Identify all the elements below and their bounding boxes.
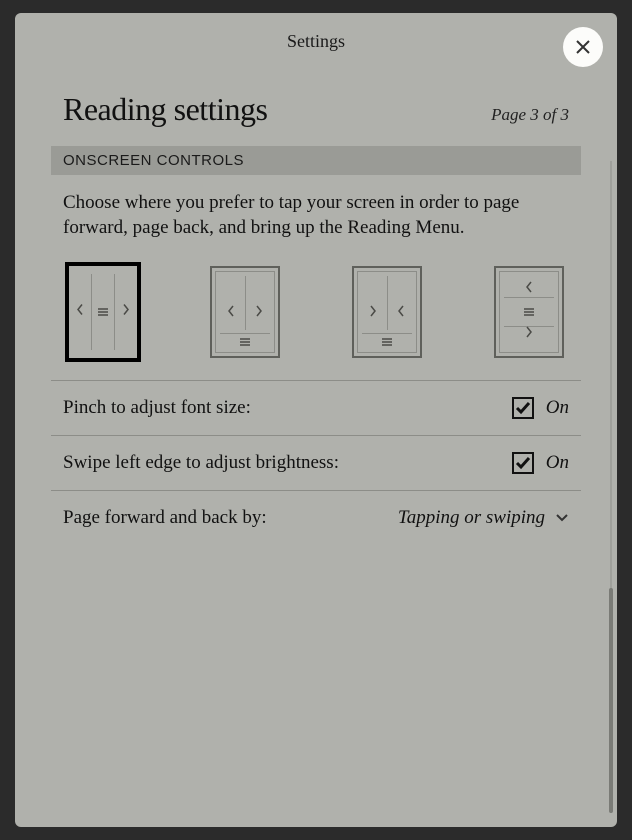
layout-option-three-column[interactable]: [65, 262, 141, 362]
layout-options: [51, 248, 581, 381]
chevron-left-icon: [75, 303, 85, 322]
setting-row-pinch: Pinch to adjust font size: On: [51, 381, 581, 436]
paging-dropdown[interactable]: Tapping or swiping: [398, 507, 569, 529]
setting-row-paging: Page forward and back by: Tapping or swi…: [51, 491, 581, 545]
setting-label: Swipe left edge to adjust brightness:: [63, 452, 339, 474]
menu-icon: [382, 333, 392, 351]
checkbox-checked-icon: [512, 452, 534, 474]
toggle-state: On: [546, 397, 569, 419]
toggle-state: On: [546, 452, 569, 474]
chevron-left-icon: [396, 304, 406, 323]
section-title: Reading settings: [63, 91, 267, 128]
setting-label: Page forward and back by:: [63, 507, 267, 529]
close-button[interactable]: [563, 27, 603, 67]
modal-title: Settings: [287, 31, 345, 52]
layout-option-three-row[interactable]: [491, 262, 567, 362]
section-header: ONSCREEN CONTROLS: [51, 146, 581, 175]
setting-row-swipe: Swipe left edge to adjust brightness: On: [51, 436, 581, 491]
chevron-right-icon: [368, 304, 378, 323]
chevron-right-icon: [254, 304, 264, 323]
page-indicator: Page 3 of 3: [491, 105, 569, 125]
chevron-right-icon: [121, 303, 131, 322]
layout-option-two-col-bottom[interactable]: [207, 262, 283, 362]
menu-icon: [240, 333, 250, 351]
menu-icon: [524, 303, 534, 321]
chevron-left-icon: [226, 304, 236, 323]
dropdown-value: Tapping or swiping: [398, 507, 545, 529]
layout-option-two-col-bottom-reversed[interactable]: [349, 262, 425, 362]
chevron-down-icon: [555, 513, 569, 523]
menu-icon: [98, 303, 108, 321]
setting-label: Pinch to adjust font size:: [63, 397, 251, 419]
chevron-right-icon: [524, 325, 534, 344]
section-description: Choose where you prefer to tap your scre…: [51, 175, 581, 248]
checkbox-checked-icon: [512, 397, 534, 419]
chevron-left-icon: [524, 280, 534, 299]
pinch-toggle[interactable]: On: [512, 397, 569, 419]
scrollbar-thumb[interactable]: [609, 588, 613, 813]
close-icon: [575, 39, 591, 55]
swipe-toggle[interactable]: On: [512, 452, 569, 474]
